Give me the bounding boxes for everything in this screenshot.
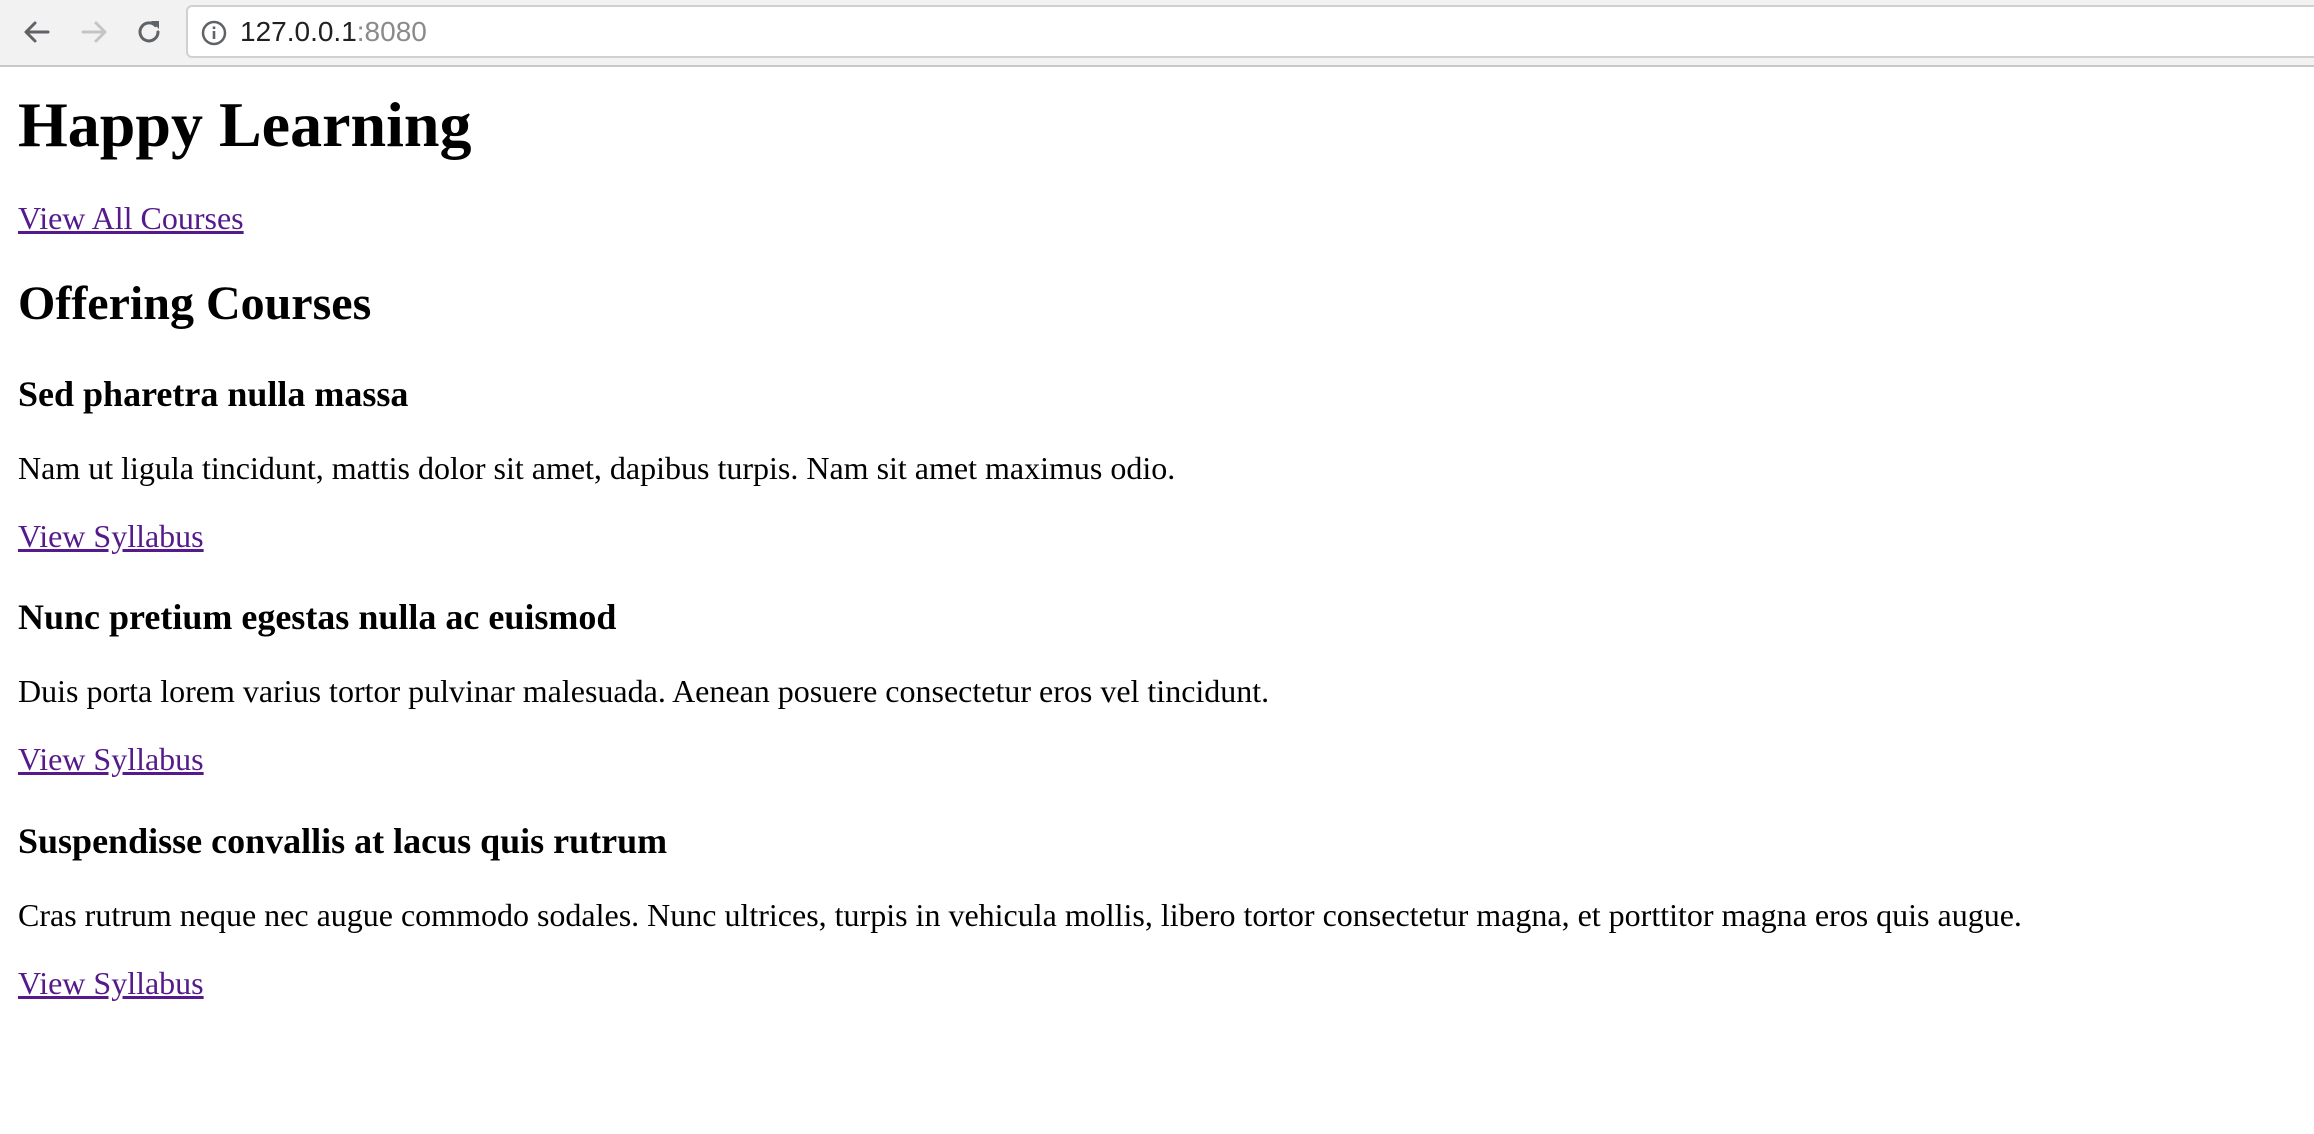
course-title: Nunc pretium egestas nulla ac euismod (18, 597, 617, 637)
section-title: Offering Courses (18, 277, 372, 330)
address-bar[interactable]: 127.0.0.1:8080 (186, 5, 2314, 58)
view-syllabus-link[interactable]: View Syllabus (18, 741, 204, 778)
course-title: Suspendisse convallis at lacus quis rutr… (18, 821, 668, 861)
course-item: Nunc pretium egestas nulla ac euismod Du… (18, 597, 2278, 797)
reload-button[interactable] (129, 12, 169, 52)
course-description: Nam ut ligula tincidunt, mattis dolor si… (18, 450, 1176, 486)
arrow-right-icon (81, 21, 107, 43)
course-item: Suspendisse convallis at lacus quis rutr… (18, 821, 2278, 1021)
forward-button[interactable] (74, 12, 114, 52)
url-host: 127.0.0.1 (240, 16, 357, 47)
course-description: Cras rutrum neque nec augue commodo soda… (18, 897, 2022, 933)
view-syllabus-link[interactable]: View Syllabus (18, 518, 204, 555)
page-title: Happy Learning (18, 89, 472, 160)
view-all-courses-link[interactable]: View All Courses (18, 200, 244, 237)
course-title: Sed pharetra nulla massa (18, 374, 409, 414)
url-port: :8080 (356, 16, 427, 47)
back-button[interactable] (17, 12, 57, 52)
view-syllabus-link[interactable]: View Syllabus (18, 965, 204, 1002)
browser-toolbar: 127.0.0.1:8080 (0, 0, 2314, 67)
course-description: Duis porta lorem varius tortor pulvinar … (18, 673, 1270, 709)
arrow-left-icon (24, 21, 50, 43)
reload-icon (138, 21, 160, 43)
url-text[interactable]: 127.0.0.1:8080 (240, 16, 427, 48)
course-item: Sed pharetra nulla massa Nam ut ligula t… (18, 374, 2278, 574)
info-circle-icon[interactable] (201, 20, 227, 46)
